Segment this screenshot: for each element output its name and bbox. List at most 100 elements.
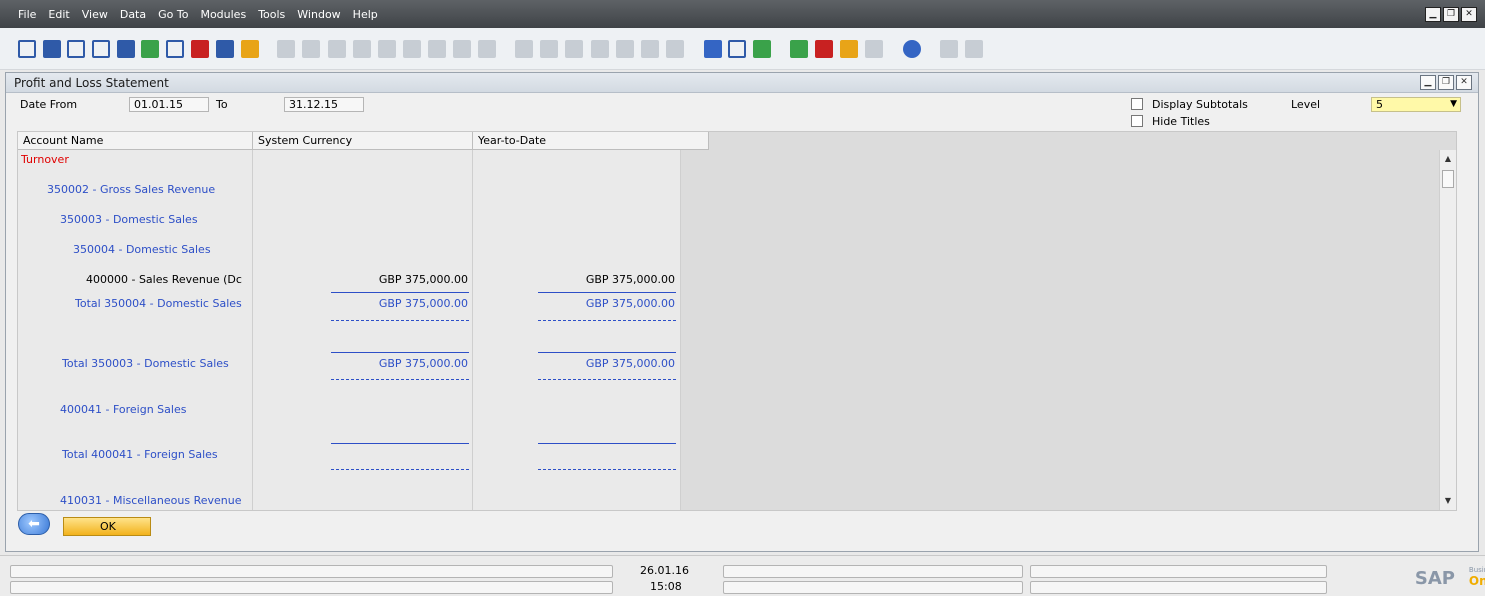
- hide-titles-checkbox[interactable]: [1131, 115, 1143, 127]
- level-dropdown[interactable]: 5 ▼: [1371, 97, 1461, 112]
- header-account-name[interactable]: Account Name: [18, 132, 253, 150]
- settings-icon[interactable]: [666, 40, 684, 58]
- scroll-thumb[interactable]: [1442, 170, 1454, 188]
- scroll-up-icon[interactable]: ▲: [1440, 152, 1456, 166]
- pdf-icon[interactable]: [191, 40, 209, 58]
- window-title: Profit and Loss Statement: [6, 73, 1478, 93]
- menu-data[interactable]: Data: [120, 8, 146, 21]
- row-gross-sales-revenue[interactable]: 350002 - Gross Sales Revenue: [47, 183, 251, 196]
- row-domestic-sales-350003[interactable]: 350003 - Domestic Sales: [60, 213, 251, 226]
- menu-tools[interactable]: Tools: [258, 8, 285, 21]
- preview-icon[interactable]: [18, 40, 36, 58]
- report-grid: Account Name System Currency Year-to-Dat…: [17, 131, 1457, 511]
- status-message-field: [10, 581, 613, 594]
- menu-modules[interactable]: Modules: [200, 8, 246, 21]
- date-to-label: To: [216, 98, 228, 111]
- date-to-field[interactable]: 31.12.15: [284, 97, 364, 112]
- row-domestic-sales-350004[interactable]: 350004 - Domestic Sales: [73, 243, 251, 256]
- first-record-icon[interactable]: [328, 40, 346, 58]
- status-date: 26.01.16: [640, 564, 689, 577]
- refresh-icon[interactable]: [428, 40, 446, 58]
- header-system-currency[interactable]: System Currency: [253, 132, 473, 150]
- close-icon[interactable]: ✕: [1456, 75, 1472, 90]
- date-from-label: Date From: [20, 98, 78, 111]
- volume-icon[interactable]: [641, 40, 659, 58]
- previous-record-icon[interactable]: [353, 40, 371, 58]
- underline: [538, 352, 676, 353]
- menu-goto[interactable]: Go To: [158, 8, 188, 21]
- close-icon[interactable]: ✕: [1461, 7, 1477, 22]
- form-settings-icon[interactable]: [728, 40, 746, 58]
- next-record-icon[interactable]: [378, 40, 396, 58]
- row-miscellaneous-revenue[interactable]: 410031 - Miscellaneous Revenue: [60, 494, 252, 507]
- menu-help[interactable]: Help: [353, 8, 378, 21]
- subtotal-dashed-line: [331, 379, 469, 380]
- subtotal-dashed-line: [538, 469, 676, 470]
- menu-window[interactable]: Window: [297, 8, 340, 21]
- subtotal-dashed-line: [331, 469, 469, 470]
- header-year-to-date[interactable]: Year-to-Date: [473, 132, 709, 150]
- status-message-field: [10, 565, 613, 578]
- toolbar: [0, 28, 1485, 70]
- messages-icon[interactable]: [815, 40, 833, 58]
- restore-icon[interactable]: ❐: [1443, 7, 1459, 22]
- sms-icon[interactable]: [92, 40, 110, 58]
- target-document-icon[interactable]: [540, 40, 558, 58]
- row-turnover[interactable]: Turnover: [21, 153, 251, 166]
- row-total-350004[interactable]: Total 350004 - Domestic Sales: [75, 297, 252, 310]
- fax-icon[interactable]: [117, 40, 135, 58]
- filter-icon[interactable]: [453, 40, 471, 58]
- status-bar: 26.01.16 15:08 SAP Business One: [0, 555, 1485, 596]
- minimize-icon[interactable]: ▁: [1425, 7, 1441, 22]
- menu-edit[interactable]: Edit: [48, 8, 69, 21]
- base-document-icon[interactable]: [515, 40, 533, 58]
- display-subtotals-checkbox[interactable]: [1131, 98, 1143, 110]
- sap-business-one-logo: SAP Business One: [1414, 566, 1485, 589]
- logo-sap: SAP: [1414, 568, 1455, 589]
- sales-revenue-ytd: GBP 375,000.00: [585, 273, 675, 286]
- payment-icon[interactable]: [616, 40, 634, 58]
- lock-icon[interactable]: [241, 40, 259, 58]
- email-icon[interactable]: [67, 40, 85, 58]
- sales-revenue-system: GBP 375,000.00: [378, 273, 468, 286]
- excel-icon[interactable]: [141, 40, 159, 58]
- calendar-icon[interactable]: [790, 40, 808, 58]
- row-foreign-sales[interactable]: 400041 - Foreign Sales: [60, 403, 251, 416]
- maximize-icon[interactable]: ❐: [1438, 75, 1454, 90]
- total-350003-system: GBP 375,000.00: [378, 357, 468, 370]
- back-arrow-icon[interactable]: ⬅: [18, 513, 50, 535]
- date-from-field[interactable]: 01.01.15: [129, 97, 209, 112]
- ok-button[interactable]: OK: [63, 517, 151, 536]
- display-subtotals-label: Display Subtotals: [1152, 98, 1248, 111]
- row-total-foreign-sales[interactable]: Total 400041 - Foreign Sales: [62, 448, 252, 461]
- calculator-icon[interactable]: [840, 40, 858, 58]
- add-icon[interactable]: [302, 40, 320, 58]
- query-icon[interactable]: [753, 40, 771, 58]
- underline: [538, 292, 676, 293]
- launch-icon[interactable]: [216, 40, 234, 58]
- underline: [331, 292, 469, 293]
- vertical-scrollbar[interactable]: ▲ ▼: [1439, 150, 1456, 510]
- last-record-icon[interactable]: [403, 40, 421, 58]
- find-icon[interactable]: [277, 40, 295, 58]
- hierarchy-icon[interactable]: [865, 40, 883, 58]
- report-window: Profit and Loss Statement ▁ ❐ ✕ Date Fro…: [5, 72, 1479, 552]
- journal-icon[interactable]: [565, 40, 583, 58]
- row-total-350003[interactable]: Total 350003 - Domestic Sales: [62, 357, 252, 370]
- gross-profit-icon[interactable]: [591, 40, 609, 58]
- help-icon[interactable]: [903, 40, 921, 58]
- print-icon[interactable]: [43, 40, 61, 58]
- status-time: 15:08: [650, 580, 682, 593]
- subtotal-dashed-line: [538, 320, 676, 321]
- layout-icon[interactable]: [965, 40, 983, 58]
- menu-view[interactable]: View: [82, 8, 108, 21]
- crystal-report-icon[interactable]: [940, 40, 958, 58]
- menu-file[interactable]: File: [18, 8, 36, 21]
- edit-icon[interactable]: [704, 40, 722, 58]
- sort-icon[interactable]: [478, 40, 496, 58]
- scroll-down-icon[interactable]: ▼: [1440, 494, 1456, 508]
- minimize-icon[interactable]: ▁: [1420, 75, 1436, 90]
- word-icon[interactable]: [166, 40, 184, 58]
- row-sales-revenue[interactable]: 400000 - Sales Revenue (Dc: [86, 273, 252, 286]
- level-label: Level: [1291, 98, 1321, 111]
